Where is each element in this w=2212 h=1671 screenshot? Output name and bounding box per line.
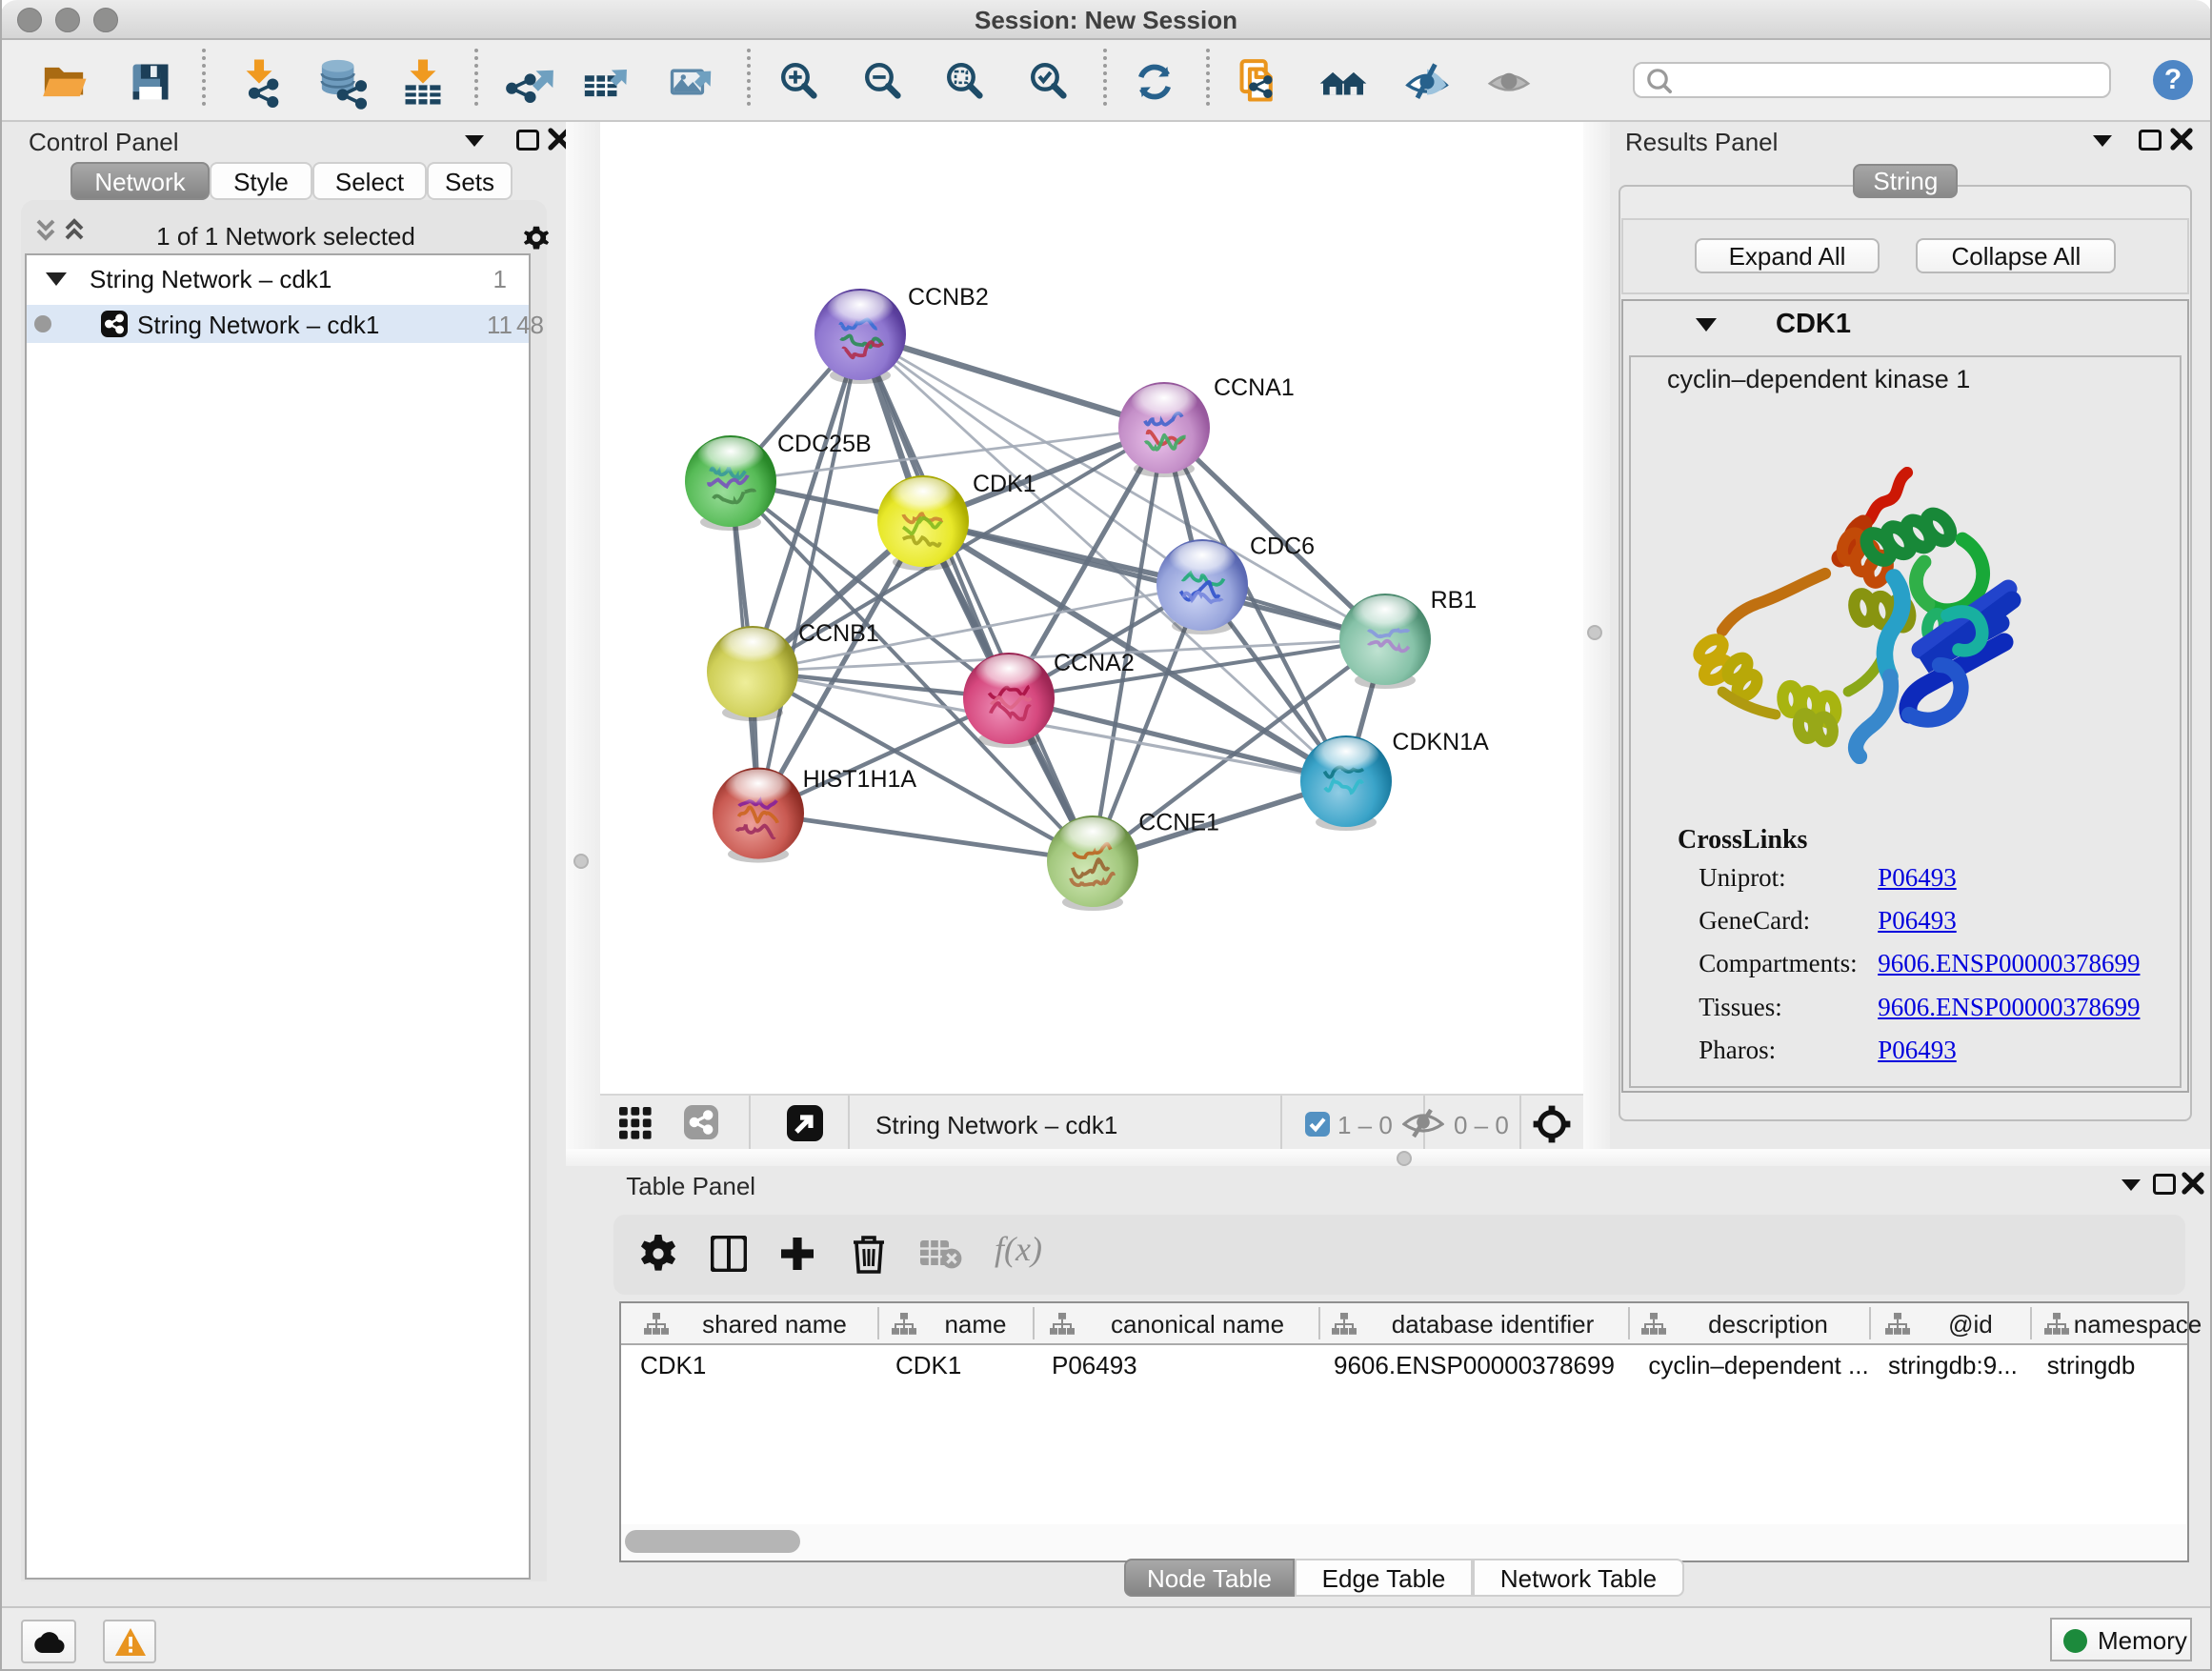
svg-text:CDK1: CDK1 xyxy=(973,471,1036,497)
svg-text:CCNA2: CCNA2 xyxy=(1054,650,1135,676)
svg-text:RB1: RB1 xyxy=(1431,587,1478,614)
svg-text:CCNB2: CCNB2 xyxy=(908,284,989,311)
svg-text:CCNA1: CCNA1 xyxy=(1214,374,1295,401)
svg-text:CDC6: CDC6 xyxy=(1250,533,1315,559)
svg-text:CCNE1: CCNE1 xyxy=(1138,810,1219,836)
svg-text:CDC25B: CDC25B xyxy=(777,431,872,457)
svg-text:CDKN1A: CDKN1A xyxy=(1392,729,1489,755)
svg-text:CCNB1: CCNB1 xyxy=(798,620,879,647)
svg-text:HIST1H1A: HIST1H1A xyxy=(803,766,917,793)
